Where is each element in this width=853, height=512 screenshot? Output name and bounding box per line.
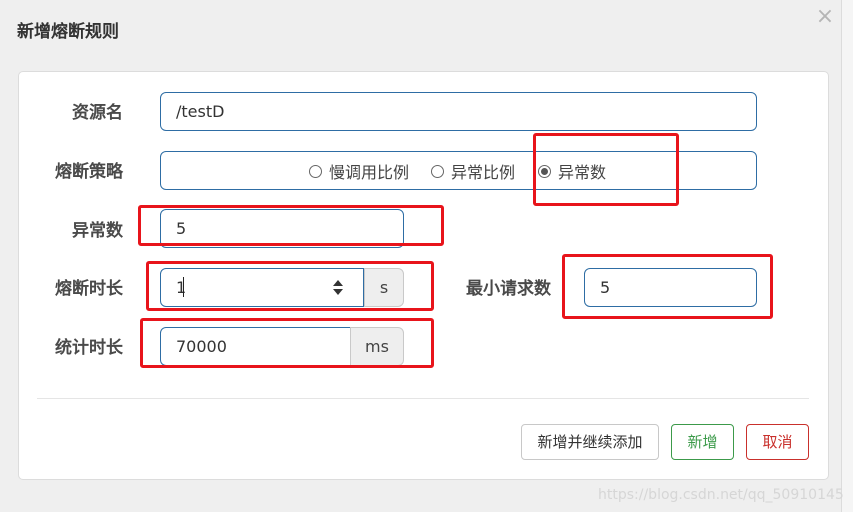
resource-label: 资源名 [72, 103, 123, 123]
radio-label: 慢调用比例 [329, 163, 410, 182]
stat-duration-input[interactable]: 70000 [160, 327, 351, 366]
min-requests-input[interactable]: 5 [584, 268, 757, 307]
resource-input[interactable]: /testD [160, 92, 757, 131]
radio-label: 异常比例 [451, 163, 516, 182]
background-page-edge [841, 0, 853, 512]
text-cursor [183, 277, 184, 297]
stat-duration-label: 统计时长 [55, 338, 123, 358]
dialog-title: 新增熔断规则 [17, 22, 119, 42]
radio-label: 异常数 [558, 163, 607, 182]
break-duration-label: 熔断时长 [55, 279, 123, 299]
add-circuit-breaker-dialog: 新增熔断规则 × 资源名 /testD 熔断策略 慢调用比例 异常比例 异常数 … [0, 0, 841, 512]
exception-count-input[interactable]: 5 [160, 209, 404, 248]
number-spinner-icon[interactable] [331, 278, 345, 298]
radio-checked-icon [538, 165, 551, 178]
break-duration-unit: s [364, 268, 404, 307]
radio-circle-icon [431, 165, 444, 178]
close-icon[interactable]: × [815, 6, 835, 28]
watermark-text: https://blog.csdn.net/qq_50910145 [598, 487, 844, 503]
add-button[interactable]: 新增 [671, 424, 734, 460]
strategy-options: 慢调用比例 异常比例 异常数 [309, 163, 639, 185]
radio-circle-icon [309, 165, 322, 178]
add-and-continue-button[interactable]: 新增并继续添加 [521, 424, 659, 460]
footer-divider [37, 398, 809, 399]
stat-duration-unit: ms [350, 327, 404, 366]
min-requests-label: 最小请求数 [466, 279, 551, 299]
strategy-label: 熔断策略 [55, 162, 123, 182]
exception-count-label: 异常数 [72, 221, 123, 241]
form-panel: 资源名 /testD 熔断策略 慢调用比例 异常比例 异常数 异常数 5 熔断时… [18, 71, 829, 480]
cancel-button[interactable]: 取消 [746, 424, 809, 460]
